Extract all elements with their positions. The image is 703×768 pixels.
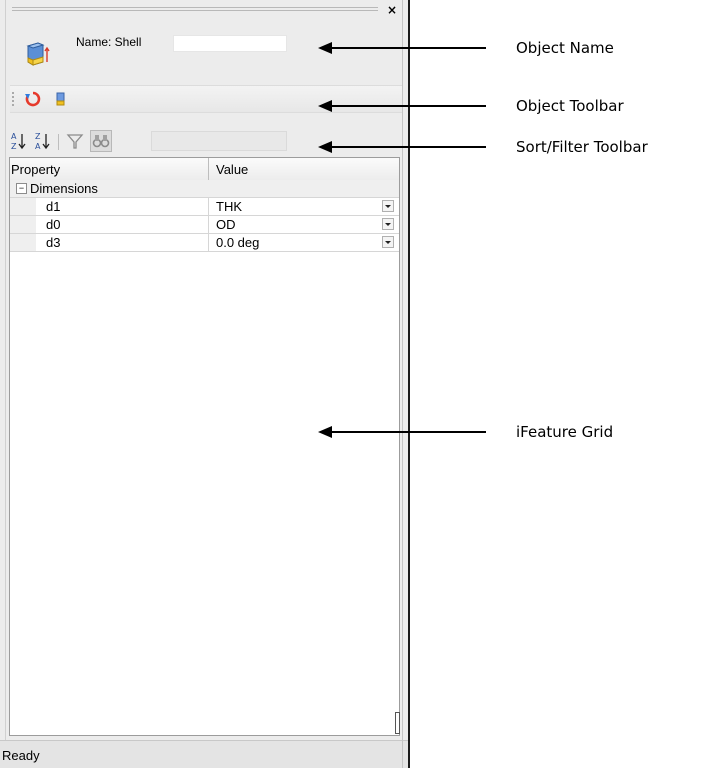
find-icon[interactable] xyxy=(90,130,112,152)
panel-title-bar[interactable]: × xyxy=(10,4,400,18)
dropdown-arrow-icon[interactable] xyxy=(382,218,394,230)
filter-input[interactable] xyxy=(151,131,287,151)
refresh-icon[interactable] xyxy=(22,88,44,110)
name-field[interactable] xyxy=(173,35,287,52)
callout-object-name: Object Name xyxy=(516,39,614,57)
cell-divider xyxy=(208,198,209,215)
value-cell[interactable]: OD xyxy=(216,217,236,232)
dropdown-arrow-icon[interactable] xyxy=(382,200,394,212)
svg-text:Z: Z xyxy=(11,142,17,151)
property-cell: d0 xyxy=(46,217,61,232)
cell-divider xyxy=(208,216,209,233)
panel-left-border xyxy=(5,0,6,740)
svg-text:A: A xyxy=(11,132,17,141)
group-row-dimensions[interactable]: − Dimensions xyxy=(10,180,399,198)
close-button[interactable]: × xyxy=(384,4,400,18)
table-row[interactable]: d0 OD xyxy=(10,216,399,234)
row-margin xyxy=(10,216,36,233)
column-header-value[interactable]: Value xyxy=(216,162,248,177)
table-row[interactable]: d1 THK xyxy=(10,198,399,216)
resize-handle[interactable] xyxy=(395,712,400,734)
status-bar: Ready xyxy=(0,740,408,768)
dropdown-arrow-icon[interactable] xyxy=(382,236,394,248)
cell-divider xyxy=(208,234,209,251)
row-margin xyxy=(10,198,36,215)
status-text: Ready xyxy=(2,748,40,763)
value-cell[interactable]: THK xyxy=(216,199,242,214)
collapse-icon[interactable]: − xyxy=(16,183,27,194)
name-label: Name: Shell xyxy=(76,35,142,49)
property-cell: d1 xyxy=(46,199,61,214)
grid-header: Property Value xyxy=(10,158,399,181)
callout-sort-filter-toolbar: Sort/Filter Toolbar xyxy=(516,138,648,156)
callout-ifeature-grid: iFeature Grid xyxy=(516,423,614,441)
toolbar-grip[interactable] xyxy=(12,92,14,108)
panel-inner-border xyxy=(402,0,403,768)
toolbar-separator xyxy=(58,134,59,150)
callout-object-toolbar: Object Toolbar xyxy=(516,97,624,115)
grip-line xyxy=(12,7,378,8)
ifeature-grid[interactable]: Property Value − Dimensions d1 THK d0 OD… xyxy=(9,157,400,736)
grip-line xyxy=(12,10,378,11)
callout-arrow-sort-filter-toolbar xyxy=(318,141,486,153)
value-cell[interactable]: 0.0 deg xyxy=(216,235,259,250)
callout-arrow-object-toolbar xyxy=(318,100,486,112)
table-row[interactable]: d3 0.0 deg xyxy=(10,234,399,252)
part-small-icon[interactable] xyxy=(50,88,72,110)
sort-ascending-icon[interactable]: A Z xyxy=(8,130,30,152)
sort-descending-icon[interactable]: Z A xyxy=(32,130,54,152)
column-header-property[interactable]: Property xyxy=(11,162,60,177)
ifeature-panel: × Name: Shell A Z Z A Property Value − D… xyxy=(0,0,408,768)
row-margin xyxy=(10,234,36,251)
part-icon xyxy=(26,40,50,69)
svg-text:A: A xyxy=(35,142,41,151)
property-cell: d3 xyxy=(46,235,61,250)
column-divider[interactable] xyxy=(208,158,209,180)
callout-arrow-ifeature-grid xyxy=(318,426,486,438)
group-label: Dimensions xyxy=(30,181,98,196)
filter-icon[interactable] xyxy=(64,130,86,152)
callout-arrow-object-name xyxy=(318,42,486,54)
svg-text:Z: Z xyxy=(35,132,41,141)
panel-right-border xyxy=(408,0,410,768)
